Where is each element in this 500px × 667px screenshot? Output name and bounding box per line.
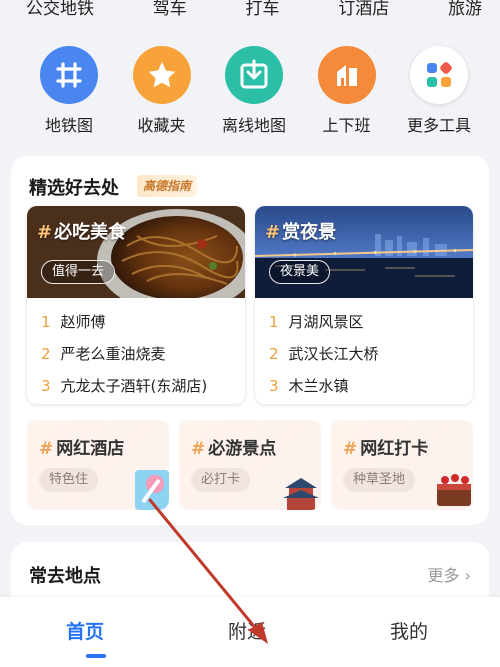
top-item-drive[interactable]: 驾车 bbox=[153, 0, 187, 24]
tab-home[interactable]: 首页 bbox=[66, 617, 104, 644]
food-image: # 必吃美食 值得一去 bbox=[27, 206, 245, 298]
small-card-title: # 网红打卡 bbox=[343, 439, 429, 459]
small-card-pill: 特色住 bbox=[39, 468, 99, 492]
hotel-art-icon bbox=[135, 470, 169, 510]
quick-tool-label: 更多工具 bbox=[406, 116, 471, 135]
top-category-row: 公交地铁 驾车 打车 订酒店 旅游 bbox=[0, 0, 500, 24]
star-icon bbox=[132, 46, 191, 104]
quick-tool-commute[interactable]: 上下班 bbox=[308, 46, 386, 136]
featured-card-food[interactable]: # 必吃美食 值得一去 1 赵师傅 2 严老么重油烧麦 3 亢龙太子酒轩(东湖店) bbox=[27, 206, 245, 404]
top-item-taxi[interactable]: 打车 bbox=[246, 0, 280, 24]
bottom-tab-bar: 首页 附近 我的 bbox=[0, 597, 500, 667]
featured-pill[interactable]: 值得一去 bbox=[41, 260, 116, 284]
frequent-places-title: 常去地点 bbox=[29, 566, 101, 587]
night-view-image: # 赏夜景 夜景美 bbox=[255, 206, 473, 298]
active-tab-indicator bbox=[86, 654, 106, 658]
featured-list: 1 月湖风景区 2 武汉长江大桥 3 木兰水镇 bbox=[255, 298, 473, 402]
quick-tools-row: 地铁图 收藏夹 离线地图 上下班 更多工具 bbox=[0, 46, 500, 136]
cake-art-icon bbox=[437, 474, 471, 506]
small-card-pill: 必打卡 bbox=[191, 468, 251, 492]
list-item[interactable]: 2 武汉长江大桥 bbox=[269, 338, 459, 370]
quick-tool-subway-map[interactable]: 地铁图 bbox=[30, 46, 108, 136]
quick-tool-more[interactable]: 更多工具 bbox=[400, 46, 478, 136]
top-item-transit[interactable]: 公交地铁 bbox=[26, 0, 94, 24]
featured-pill[interactable]: 夜景美 bbox=[269, 260, 331, 284]
subway-map-icon bbox=[40, 46, 98, 104]
download-icon bbox=[225, 46, 283, 104]
list-item[interactable]: 1 月湖风景区 bbox=[269, 306, 459, 338]
small-card-hotel[interactable]: # 网红酒店 特色住 bbox=[27, 420, 169, 510]
home-work-icon bbox=[317, 46, 376, 104]
featured-card-night-view[interactable]: # 赏夜景 夜景美 1 月湖风景区 2 武汉长江大桥 3 木兰水镇 bbox=[255, 206, 473, 404]
tab-nearby[interactable]: 附近 bbox=[228, 617, 266, 644]
list-item[interactable]: 2 严老么重油烧麦 bbox=[41, 338, 231, 370]
more-link[interactable]: 更多 › bbox=[428, 562, 472, 586]
quick-tool-label: 上下班 bbox=[322, 116, 371, 135]
featured-list: 1 赵师傅 2 严老么重油烧麦 3 亢龙太子酒轩(东湖店) bbox=[27, 298, 245, 402]
list-item[interactable]: 3 亢龙太子酒轩(东湖店) bbox=[41, 370, 231, 402]
list-item[interactable]: 3 木兰水镇 bbox=[269, 370, 459, 402]
small-card-checkin[interactable]: # 网红打卡 种草圣地 bbox=[331, 420, 473, 510]
quick-tool-label: 地铁图 bbox=[44, 116, 93, 135]
featured-title: # 必吃美食 bbox=[37, 222, 127, 243]
top-item-hotel[interactable]: 订酒店 bbox=[338, 0, 389, 24]
top-item-travel[interactable]: 旅游 bbox=[448, 0, 482, 24]
picks-title: 精选好去处 bbox=[29, 178, 119, 199]
grid-apps-icon bbox=[410, 46, 468, 104]
small-card-title: # 必游景点 bbox=[191, 439, 277, 459]
quick-tool-label: 收藏夹 bbox=[137, 116, 186, 135]
quick-tool-label: 离线地图 bbox=[221, 116, 286, 135]
guide-badge: 高德指南 bbox=[137, 175, 198, 197]
temple-art-icon bbox=[283, 478, 319, 510]
quick-tool-offline-map[interactable]: 离线地图 bbox=[215, 46, 293, 136]
tab-mine[interactable]: 我的 bbox=[390, 617, 428, 644]
list-item[interactable]: 1 赵师傅 bbox=[41, 306, 231, 338]
featured-title: # 赏夜景 bbox=[265, 222, 337, 243]
small-card-title: # 网红酒店 bbox=[39, 439, 125, 459]
quick-tool-favorites[interactable]: 收藏夹 bbox=[123, 46, 201, 136]
picks-card: 精选好去处 高德指南 # 必吃美食 值得一去 1 赵师傅 2 严老么重油烧麦 3… bbox=[11, 156, 489, 525]
small-card-pill: 种草圣地 bbox=[343, 468, 416, 492]
small-card-attractions[interactable]: # 必游景点 必打卡 bbox=[179, 420, 321, 510]
